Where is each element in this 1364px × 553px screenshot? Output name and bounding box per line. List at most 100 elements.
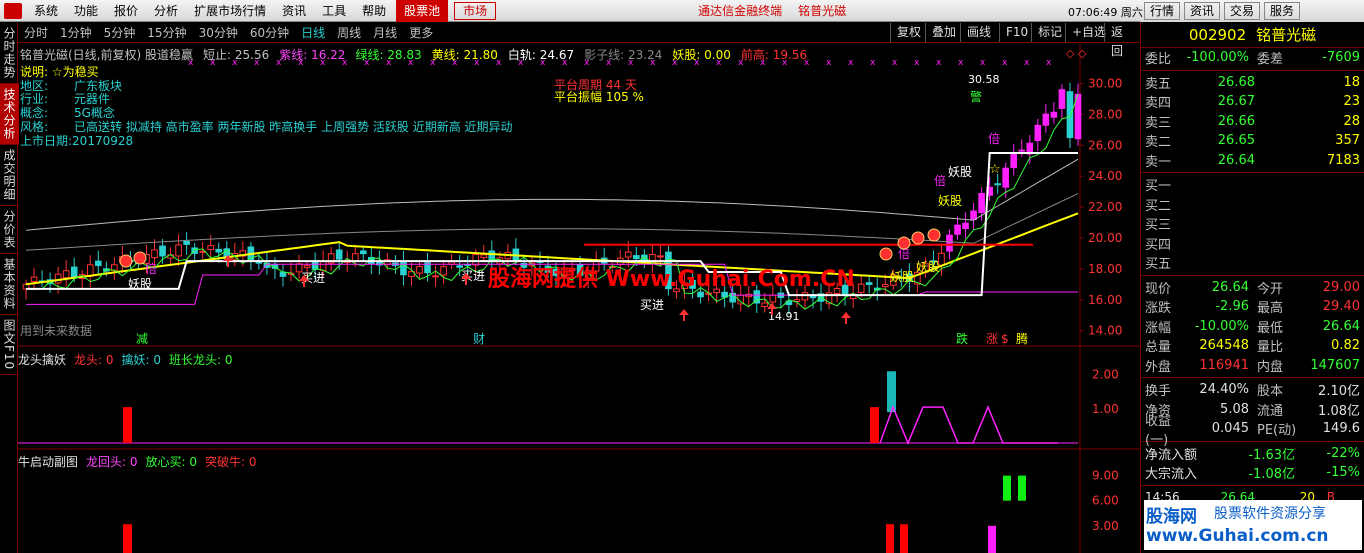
menu-item-tools[interactable]: 工具 — [314, 0, 354, 22]
quote-tab-button[interactable]: 行情 — [1144, 2, 1181, 20]
period-60min[interactable]: 60分钟 — [244, 24, 295, 41]
panel3-item-fangxinmai: 放心买: 0 — [145, 455, 198, 469]
info-concept-label: 概念: — [20, 106, 49, 121]
diamond-icon: ◇ — [1078, 47, 1087, 60]
stat2-row-1-value2: 1.08亿 — [1318, 403, 1360, 419]
service-tab-button[interactable]: 服务 — [1264, 2, 1301, 20]
candle-body — [480, 254, 488, 258]
sell-book: 卖五 26.68 18 卖四 26.67 23 卖三 26.66 28 卖二 26.65 357 卖一 2… — [1141, 73, 1364, 171]
candle-body — [279, 271, 287, 277]
clock: 07:06:49 周六 — [1068, 6, 1143, 19]
x-marker: x — [958, 58, 964, 68]
menu-item-help[interactable]: 帮助 — [354, 0, 394, 22]
buy-level-5[interactable]: 买五 — [1141, 253, 1364, 273]
period-daily[interactable]: 日线 — [295, 24, 331, 41]
future-data-note: 用到未来数据 — [20, 324, 93, 338]
menu-item-system[interactable]: 系统 — [26, 0, 66, 22]
x-marker: x — [914, 58, 920, 68]
divider — [1141, 377, 1364, 378]
tab-trade-detail[interactable]: 成交明细 — [0, 145, 19, 206]
buy-level-1[interactable]: 买一 — [1141, 175, 1364, 195]
stat-row-0-label2: 今开 — [1257, 281, 1284, 297]
chart-area[interactable]: 30.00 28.00 26.00 24.00 22.00 20.00 18.00 16.00… — [18, 43, 1140, 553]
sell-level-2[interactable]: 卖二 26.65 357 — [1141, 131, 1364, 151]
sell-price: 26.65 — [1217, 133, 1255, 149]
divider — [1141, 172, 1364, 173]
menu-item-function[interactable]: 功能 — [66, 0, 106, 22]
candle-body — [657, 255, 664, 258]
up-arrow-icon — [767, 303, 777, 309]
x-marker: x — [936, 58, 942, 68]
sell-level-5[interactable]: 卖五 26.68 18 — [1141, 73, 1364, 93]
sell-level-3[interactable]: 卖三 26.66 28 — [1141, 112, 1364, 132]
watermark-text: 股海网提供 Www.Guhai.Com.CN — [488, 267, 855, 292]
indicator-2: 绿线: 28.83 — [355, 48, 422, 62]
candle-body — [865, 282, 873, 285]
buy-level-4[interactable]: 买四 — [1141, 234, 1364, 254]
back-button[interactable]: 返回 — [1104, 23, 1140, 58]
period-monthly[interactable]: 月线 — [367, 24, 403, 41]
period-30min[interactable]: 30分钟 — [193, 24, 244, 41]
quote-panel: 002902 铭普光磁 委比 -100.00% 委差 -7609 卖五 26.68 1… — [1140, 22, 1364, 553]
tab-price-table[interactable]: 分价表 — [0, 206, 19, 254]
adjust-button[interactable]: 复权 — [890, 23, 927, 42]
period-weekly[interactable]: 周线 — [331, 24, 367, 41]
period-15min[interactable]: 15分钟 — [141, 24, 192, 41]
panel3-ytick: 3.00 — [1092, 519, 1119, 533]
candle-body — [175, 244, 182, 257]
menu-item-analysis[interactable]: 分析 — [146, 0, 186, 22]
stat-row-1-value2: 29.40 — [1322, 299, 1360, 315]
buy-label: 买三 — [1145, 218, 1172, 234]
period-5min[interactable]: 5分钟 — [98, 24, 142, 41]
tab-f10[interactable]: 图文F10 — [0, 315, 19, 376]
stat2-row-0-label2: 股本 — [1257, 384, 1284, 400]
stat-row-4: 外盘 116941 内盘 147607 — [1141, 356, 1364, 376]
menu-item-quote[interactable]: 报价 — [106, 0, 146, 22]
candle-body — [1034, 124, 1042, 142]
stat-row-1: 涨跌 -2.96 最高 29.40 — [1141, 297, 1364, 317]
tab-timeshare[interactable]: 分时走势 — [0, 23, 19, 84]
sell-label: 卖一 — [1145, 154, 1172, 170]
sell-level-4[interactable]: 卖四 26.67 23 — [1141, 92, 1364, 112]
buy-level-2[interactable]: 买二 — [1141, 195, 1364, 215]
sell-price: 26.67 — [1217, 94, 1255, 110]
panel2-item-longtou: 龙头: 0 — [74, 353, 114, 367]
candle-body — [1042, 113, 1050, 126]
candle-body — [970, 210, 977, 221]
stock-pool-button[interactable]: 股票池 — [396, 0, 449, 22]
menu-item-news[interactable]: 资讯 — [274, 0, 314, 22]
sell-volume: 18 — [1343, 74, 1360, 90]
stat-row-3-label2: 量比 — [1257, 340, 1284, 356]
flow-value: -1.08亿 — [1248, 467, 1295, 483]
sell-level-1[interactable]: 卖一 26.64 7183 — [1141, 151, 1364, 171]
candle-body — [1010, 152, 1018, 169]
candle-body — [633, 255, 640, 260]
signal-dot — [133, 251, 147, 265]
flows-table: 净流入额 -1.63亿 -22% 大宗流入 -1.08亿 -15% — [1141, 444, 1364, 483]
candle-body — [881, 283, 889, 288]
period-more[interactable]: 更多 — [403, 24, 439, 41]
stat2-row-2-value: 0.045 — [1211, 421, 1249, 437]
mark-button[interactable]: 标记 — [1031, 23, 1068, 42]
trade-tab-button[interactable]: 交易 — [1224, 2, 1261, 20]
candle-body — [54, 273, 62, 284]
buy-level-3[interactable]: 买三 — [1141, 214, 1364, 234]
news-tab-button[interactable]: 资讯 — [1184, 2, 1221, 20]
candle-body — [946, 234, 953, 252]
menu-item-extended-market[interactable]: 扩展市场行情 — [186, 0, 274, 22]
period-tick[interactable]: 分时 — [18, 24, 54, 41]
stat-row-0: 现价 26.64 今开 29.00 — [1141, 278, 1364, 298]
period-1min[interactable]: 1分钟 — [54, 24, 98, 41]
tab-basic-info[interactable]: 基本资料 — [0, 254, 19, 315]
f10-button[interactable]: F10 — [999, 23, 1034, 42]
draw-button[interactable]: 画线 — [960, 23, 997, 42]
market-button[interactable]: 市场 — [454, 1, 497, 20]
stat-row-2: 涨幅 -10.00% 最低 26.64 — [1141, 317, 1364, 337]
indicator-5: 影子线: 23.24 — [584, 48, 663, 62]
logo-text-main: 股海网 — [1146, 507, 1197, 527]
tab-tech-analysis[interactable]: 技术分析 — [0, 84, 19, 145]
candle-body — [472, 254, 480, 266]
x-marker: x — [1046, 58, 1052, 68]
overlay-button[interactable]: 叠加 — [925, 23, 962, 42]
chart-title: 铭普光磁(日线,前复权) 股道稳赢 — [20, 48, 193, 62]
